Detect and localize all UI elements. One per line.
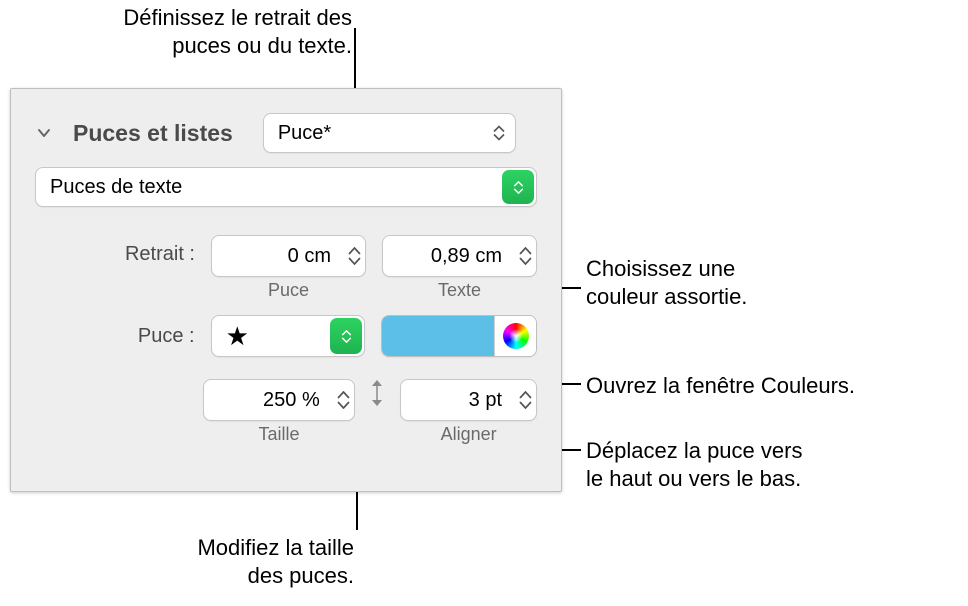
bullets-panel: Puces et listes Puce* Puces de texte R (10, 88, 562, 492)
size-caption: Taille (203, 424, 354, 445)
stepper-down[interactable] (519, 257, 532, 265)
color-wheel-icon (503, 323, 529, 349)
callout-size: Modifiez la taille des puces. (128, 534, 354, 589)
bullet-glyph-select[interactable]: ★ (211, 315, 366, 357)
callout-indent: Définissez le retrait des puces ou du te… (84, 4, 352, 59)
callout-window: Ouvrez la fenêtre Couleurs. (586, 372, 966, 400)
vertical-arrows-icon (367, 379, 389, 407)
dropdown-button-icon (502, 170, 534, 204)
callout-text: Définissez le retrait des puces ou du te… (123, 5, 352, 58)
stepper-down[interactable] (348, 257, 361, 265)
bullet-label: Puce : (35, 325, 195, 348)
callout-text: Modifiez la taille des puces. (197, 535, 354, 588)
bullet-type-value: Puces de texte (50, 176, 182, 199)
text-indent-stepper[interactable]: 0,89 cm (382, 235, 537, 277)
callout-text: Déplacez la puce vers le haut ou vers le… (586, 438, 802, 491)
size-stepper[interactable]: 250 % (203, 379, 354, 421)
star-icon: ★ (226, 323, 249, 349)
indent-label: Retrait : (35, 235, 195, 266)
stepper-up[interactable] (519, 247, 532, 255)
list-style-value: Puce* (278, 122, 331, 145)
disclosure-toggle[interactable] (35, 124, 53, 142)
stepper-up[interactable] (348, 247, 361, 255)
align-value: 3 pt (415, 389, 502, 412)
color-combo (381, 315, 537, 357)
color-wheel-button[interactable] (494, 316, 536, 356)
stepper-down[interactable] (337, 401, 350, 409)
stepper-up[interactable] (337, 391, 350, 399)
list-style-select[interactable]: Puce* (263, 113, 516, 153)
callout-move: Déplacez la puce vers le haut ou vers le… (586, 437, 956, 492)
dropdown-button-icon (330, 318, 362, 354)
color-swatch[interactable] (382, 316, 494, 356)
size-value: 250 % (218, 389, 319, 412)
callout-color: Choisissez une couleur assortie. (586, 255, 946, 310)
align-stepper[interactable]: 3 pt (400, 379, 537, 421)
bullet-type-select[interactable]: Puces de texte (35, 167, 537, 207)
bullet-indent-stepper[interactable]: 0 cm (211, 235, 366, 277)
stepper-up[interactable] (519, 391, 532, 399)
bullet-indent-value: 0 cm (226, 245, 331, 268)
bullet-indent-caption: Puce (211, 280, 366, 301)
text-indent-value: 0,89 cm (397, 245, 502, 268)
align-caption: Aligner (400, 424, 537, 445)
chevrons-icon (493, 126, 505, 141)
stepper-down[interactable] (519, 401, 532, 409)
text-indent-caption: Texte (382, 280, 537, 301)
callout-text: Choisissez une couleur assortie. (586, 256, 747, 309)
callout-text: Ouvrez la fenêtre Couleurs. (586, 373, 855, 398)
section-title: Puces et listes (73, 120, 233, 147)
